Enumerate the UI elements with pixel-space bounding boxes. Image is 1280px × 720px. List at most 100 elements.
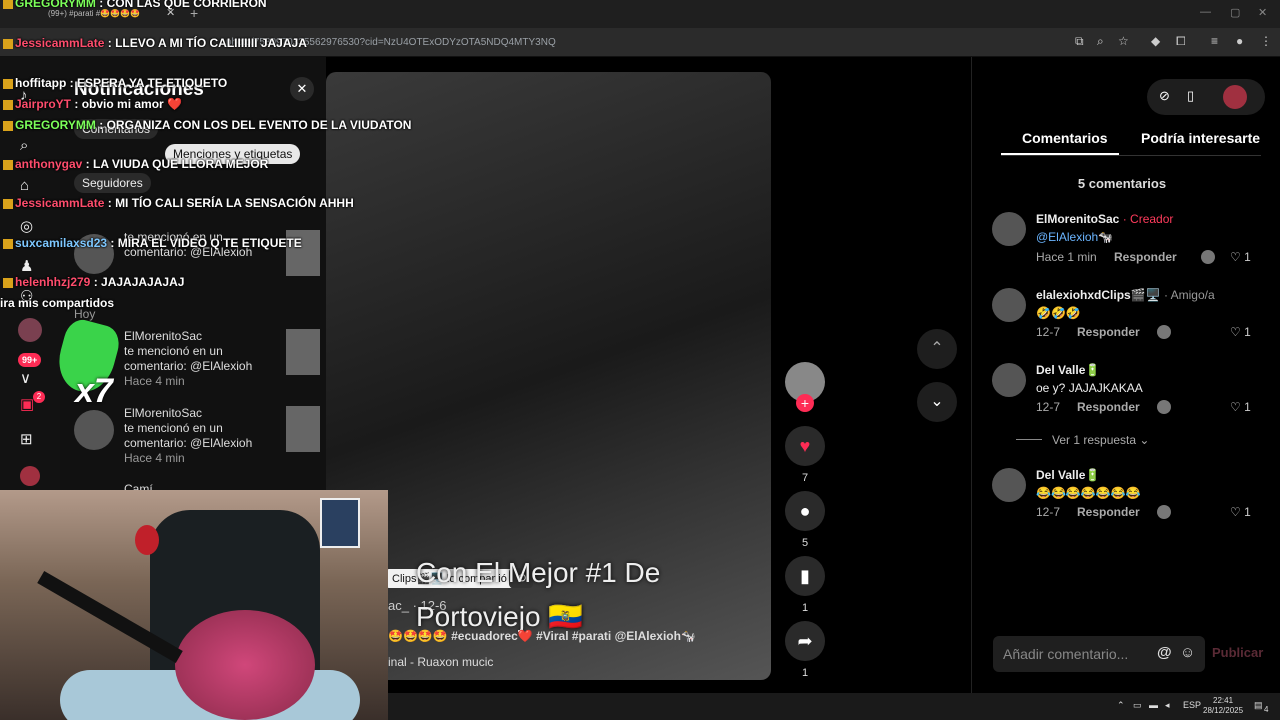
notification-user: ElMorenitoSac	[124, 406, 203, 420]
share-arrow-icon[interactable]: ➦	[785, 621, 825, 661]
clock-date: 28/12/2025	[1203, 706, 1244, 715]
next-video-chevron-down-icon[interactable]: ⌄	[917, 382, 957, 422]
home-icon[interactable]: ⌂	[20, 177, 29, 194]
comment-like[interactable]: ♡ 1	[1230, 400, 1251, 414]
streamer-webcam	[0, 490, 388, 720]
emote-multiplier: x7	[75, 372, 113, 410]
emoji-icon[interactable]: ☺	[1180, 644, 1195, 661]
maximize-icon[interactable]: ▢	[1230, 6, 1240, 19]
chat-line: JessicammLate : MI TÍO CALI SERÍA LA SEN…	[3, 196, 354, 210]
comment-icon[interactable]: ●	[785, 491, 825, 531]
profile-icon[interactable]: ●	[1236, 34, 1243, 48]
inbox-icon[interactable]: ∨	[20, 369, 31, 387]
avatar[interactable]	[992, 288, 1026, 322]
chat-line: hoffitapp : ESPERA YA TE ETIQUETO	[3, 76, 227, 90]
comment-like[interactable]: ♡ 1	[1230, 325, 1251, 339]
follow-plus-icon[interactable]: +	[796, 394, 814, 412]
video-sound[interactable]: inal - Ruaxon mucic	[388, 655, 493, 669]
avatar[interactable]	[992, 468, 1026, 502]
notification-center-icon[interactable]: ▤	[1254, 700, 1263, 711]
avatar[interactable]	[992, 363, 1026, 397]
minimize-icon[interactable]: —	[1200, 6, 1211, 18]
video-hashtags[interactable]: 🤩🤩🤩🤩 #ecuadorec❤️ #Viral #parati @ElAlex…	[388, 629, 696, 643]
tab-divider	[1001, 155, 1261, 156]
comment-time: 12-7	[1036, 505, 1061, 519]
tray-chevron-icon[interactable]: ⌃	[1117, 700, 1125, 711]
reply-button[interactable]: Responder	[1077, 505, 1140, 519]
comment-user: ElMorenitoSac	[1036, 212, 1120, 226]
notification-thumbnail	[286, 406, 320, 452]
comment-time: Hace 1 min	[1036, 250, 1097, 264]
comment-text: 🤣🤣🤣	[1036, 306, 1081, 320]
network-icon[interactable]: ▭	[1133, 700, 1142, 711]
reply-button[interactable]: Responder	[1114, 250, 1177, 264]
avatar[interactable]	[992, 212, 1026, 246]
notification-row[interactable]: ElMorenitoSac te mencionó en un comentar…	[74, 406, 320, 466]
previous-video-chevron-up-icon[interactable]: ⌃	[917, 329, 957, 369]
streamer-head	[175, 610, 315, 720]
video-player[interactable]: Clips🎬🖥️ lo compartió ⟲ Con El Mejor #1 …	[326, 72, 771, 680]
bookmark-star-icon[interactable]: ☆	[1118, 34, 1129, 48]
mention-at-icon[interactable]: @	[1157, 644, 1172, 661]
compass-icon[interactable]: ⊘	[1159, 88, 1170, 104]
reply-button[interactable]: Responder	[1077, 400, 1140, 414]
comments-panel: ⊘ ▯ Comentarios Podría interesarte 5 com…	[971, 57, 1280, 693]
phone-icon[interactable]: ▯	[1187, 88, 1194, 104]
battery-icon[interactable]: ▬	[1149, 700, 1158, 710]
zoom-icon[interactable]: ⌕	[1097, 34, 1104, 49]
search-icon[interactable]: ⌕	[20, 137, 28, 154]
active-tab-underline	[1001, 153, 1119, 155]
tab-comments[interactable]: Comentarios	[1022, 130, 1108, 146]
friend-tag: · Amigo/a	[1163, 288, 1215, 302]
chat-line: suxcamilaxsd23 : MIRA EL VIDEO Q TE ETIQ…	[3, 236, 302, 250]
replies-divider	[1016, 439, 1042, 440]
profile-avatar[interactable]	[1223, 85, 1247, 109]
notification-time: Hace 4 min	[124, 374, 185, 388]
chat-line: GREGORYMM : ORGANIZA CON LOS DEL EVENTO …	[3, 118, 411, 132]
browser-menu-icon[interactable]: ⋮	[1260, 34, 1272, 48]
comment-input-placeholder: Añadir comentario...	[1003, 646, 1129, 662]
extensions-puzzle-icon[interactable]: ⧠	[1176, 34, 1186, 49]
comment-input[interactable]: Añadir comentario... @ ☺	[993, 636, 1205, 672]
avatar	[74, 410, 114, 450]
comment-time: 12-7	[1036, 325, 1061, 339]
window-close-icon[interactable]: ✕	[1258, 6, 1267, 19]
comment-count-label: 5 comentarios	[1077, 176, 1167, 191]
tab-you-may-like[interactable]: Podría interesarte	[1141, 130, 1260, 146]
explore-icon[interactable]: ◎	[20, 217, 33, 235]
filter-followers[interactable]: Seguidores	[74, 173, 151, 193]
comment-user[interactable]: Del Valle🔋	[1036, 363, 1100, 377]
install-icon[interactable]: ⧉	[1075, 34, 1084, 49]
chat-line: JairproYT : obvio mi amor ❤️	[3, 97, 182, 111]
comment-user[interactable]: Del Valle🔋	[1036, 468, 1100, 482]
system-clock[interactable]: 22:41 28/12/2025	[1203, 696, 1243, 716]
chat-line: ira mis compartidos	[0, 296, 115, 310]
notification-center-count: 4	[1264, 705, 1269, 714]
inbox-badge: 99+	[18, 353, 42, 367]
comment-text: 😂😂😂😂😂😂😂	[1036, 486, 1141, 500]
live-avatar[interactable]	[18, 318, 42, 342]
bookmark-icon[interactable]: ▮	[785, 556, 825, 596]
clock-time: 22:41	[1213, 696, 1234, 705]
wall-poster	[320, 498, 360, 548]
comment-like[interactable]: ♡ 1	[1230, 250, 1251, 264]
following-icon[interactable]: ♟	[20, 257, 33, 275]
chat-line: helenhhzj279 : JAJAJAJAJAJ	[3, 275, 184, 289]
view-replies-button[interactable]: Ver 1 respuesta ⌄	[1052, 433, 1149, 447]
share-count: 1	[801, 667, 809, 679]
notification-time: Hace 4 min	[124, 451, 185, 465]
reply-button[interactable]: Responder	[1077, 325, 1140, 339]
notification-user: ElMorenitoSac	[124, 329, 203, 343]
upload-icon[interactable]: ⊞	[20, 430, 33, 448]
tab-title[interactable]: (99+) #parati #🤩🤩🤩🤩	[48, 9, 140, 18]
language-indicator[interactable]: ESP	[1183, 700, 1201, 710]
close-notifications-button[interactable]: ✕	[290, 77, 314, 101]
volume-icon[interactable]: ◂	[1165, 700, 1170, 711]
messages-badge: 2	[33, 391, 45, 403]
publish-button[interactable]: Publicar	[1212, 645, 1263, 660]
media-icon[interactable]: ≡	[1211, 34, 1218, 48]
comment-like[interactable]: ♡ 1	[1230, 505, 1251, 519]
extension-icon[interactable]: ◆	[1151, 34, 1160, 48]
profile-avatar[interactable]	[20, 466, 40, 486]
like-heart-icon[interactable]: ♥	[785, 426, 825, 466]
